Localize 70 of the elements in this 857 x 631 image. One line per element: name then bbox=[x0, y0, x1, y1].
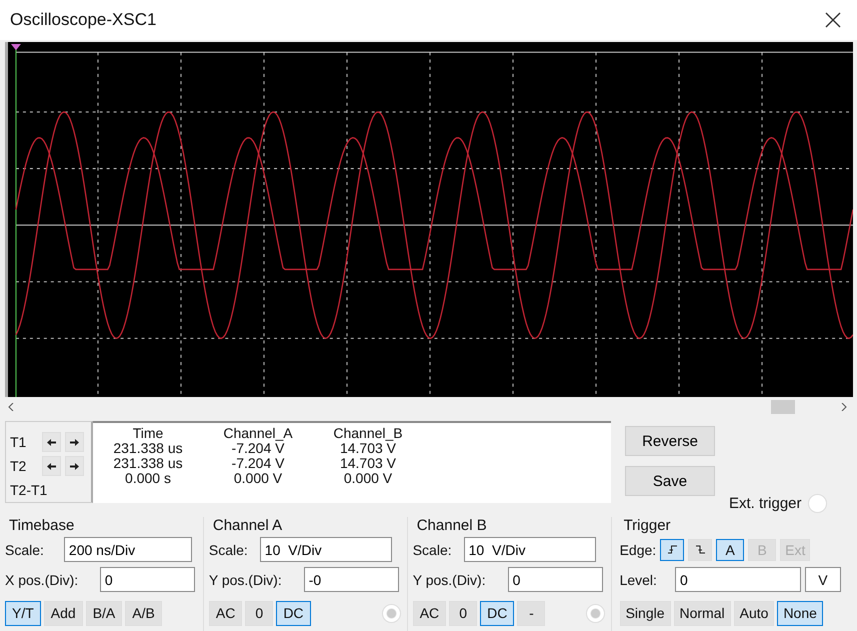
coupling-button[interactable]: AC bbox=[208, 600, 242, 626]
field-label: Level: bbox=[620, 572, 657, 588]
action-button[interactable]: Save bbox=[625, 466, 715, 496]
scale-field[interactable]: 200 ns/Div bbox=[64, 537, 192, 562]
mode-button[interactable]: Y/T bbox=[5, 600, 41, 626]
coupling-button[interactable]: DC bbox=[276, 600, 311, 626]
field-label: Y pos.(Div): bbox=[208, 572, 282, 588]
left-arrow-icon bbox=[47, 462, 56, 470]
readout-value: 231.338 us bbox=[112, 456, 184, 471]
mode-button[interactable]: B/A bbox=[86, 600, 122, 626]
mode-button[interactable]: A/B bbox=[125, 600, 162, 626]
coupling-button[interactable]: AC bbox=[412, 600, 446, 626]
position-field[interactable]: 0 bbox=[508, 567, 603, 592]
rising-edge-icon bbox=[668, 545, 677, 554]
group-title: Channel B bbox=[416, 517, 488, 533]
trigger-mode-button[interactable]: Single bbox=[620, 600, 670, 626]
cursor-label: T2 bbox=[10, 458, 28, 474]
window-title: Oscilloscope-XSC1 bbox=[10, 10, 156, 30]
mode-button[interactable]: Add bbox=[44, 600, 83, 626]
cursor-label: T1 bbox=[10, 434, 28, 450]
readout-value: 14.703 V bbox=[338, 456, 398, 471]
action-button[interactable]: Reverse bbox=[625, 426, 715, 456]
field-label: Scale: bbox=[412, 542, 452, 558]
position-field[interactable]: 0 bbox=[100, 567, 195, 592]
level-unit[interactable]: V bbox=[804, 567, 841, 592]
close-icon[interactable] bbox=[825, 12, 841, 28]
position-field[interactable]: -0 bbox=[304, 567, 399, 592]
falling-edge-icon bbox=[696, 545, 705, 554]
right-arrow-icon bbox=[70, 438, 79, 446]
scale-field[interactable]: 10 V/Div bbox=[464, 537, 596, 562]
group-title: Trigger bbox=[622, 517, 672, 533]
cursor-left-button[interactable] bbox=[42, 432, 61, 452]
coupling-button[interactable]: 0 bbox=[245, 600, 274, 626]
edge-button[interactable] bbox=[660, 538, 684, 560]
trigger-mode-button[interactable]: None bbox=[777, 600, 823, 626]
left-arrow-icon bbox=[47, 438, 56, 446]
coupling-button[interactable]: DC bbox=[480, 600, 514, 626]
field-label: Y pos.(Div): bbox=[412, 572, 486, 588]
field-label: Edge: bbox=[620, 542, 656, 558]
readout-value: -7.204 V bbox=[230, 456, 286, 471]
readout-value: 14.703 V bbox=[340, 441, 396, 456]
coupling-button[interactable]: - bbox=[517, 600, 546, 626]
trigger-mode-button[interactable]: Normal bbox=[674, 600, 731, 626]
readout-value: 0.000 V bbox=[232, 471, 284, 486]
readout-value: -7.204 V bbox=[232, 441, 284, 456]
cursor-right-button[interactable] bbox=[65, 456, 84, 476]
group-title: Timebase bbox=[8, 517, 76, 533]
trigger-mode-button[interactable]: Auto bbox=[734, 600, 774, 626]
field-label: Scale: bbox=[5, 542, 44, 558]
cursor-left-button[interactable] bbox=[42, 456, 61, 476]
source-button[interactable]: A bbox=[716, 538, 744, 560]
column-header: Time bbox=[132, 426, 164, 441]
readout-value: 0.000 V bbox=[342, 471, 394, 486]
cursor-label: T2-T1 bbox=[10, 482, 48, 498]
level-field[interactable]: 0 bbox=[674, 567, 801, 592]
group-title: Channel A bbox=[212, 517, 284, 533]
scale-field[interactable]: 10 V/Div bbox=[260, 537, 392, 562]
coupling-button[interactable]: 0 bbox=[449, 600, 478, 626]
readout-value: 0.000 s bbox=[124, 471, 172, 486]
ext-trigger-label: Ext. trigger bbox=[729, 495, 802, 512]
right-arrow-icon bbox=[70, 462, 79, 470]
scroll-right-icon[interactable] bbox=[841, 403, 847, 411]
scroll-left-icon[interactable] bbox=[8, 403, 14, 411]
cursor-right-button[interactable] bbox=[65, 432, 84, 452]
field-label: X pos.(Div): bbox=[5, 572, 78, 588]
scrollbar-thumb[interactable] bbox=[771, 400, 795, 414]
readout-value: 231.338 us bbox=[112, 441, 184, 456]
column-header: Channel_A bbox=[222, 426, 294, 441]
field-label: Scale: bbox=[208, 542, 248, 558]
column-header: Channel_B bbox=[332, 426, 404, 441]
